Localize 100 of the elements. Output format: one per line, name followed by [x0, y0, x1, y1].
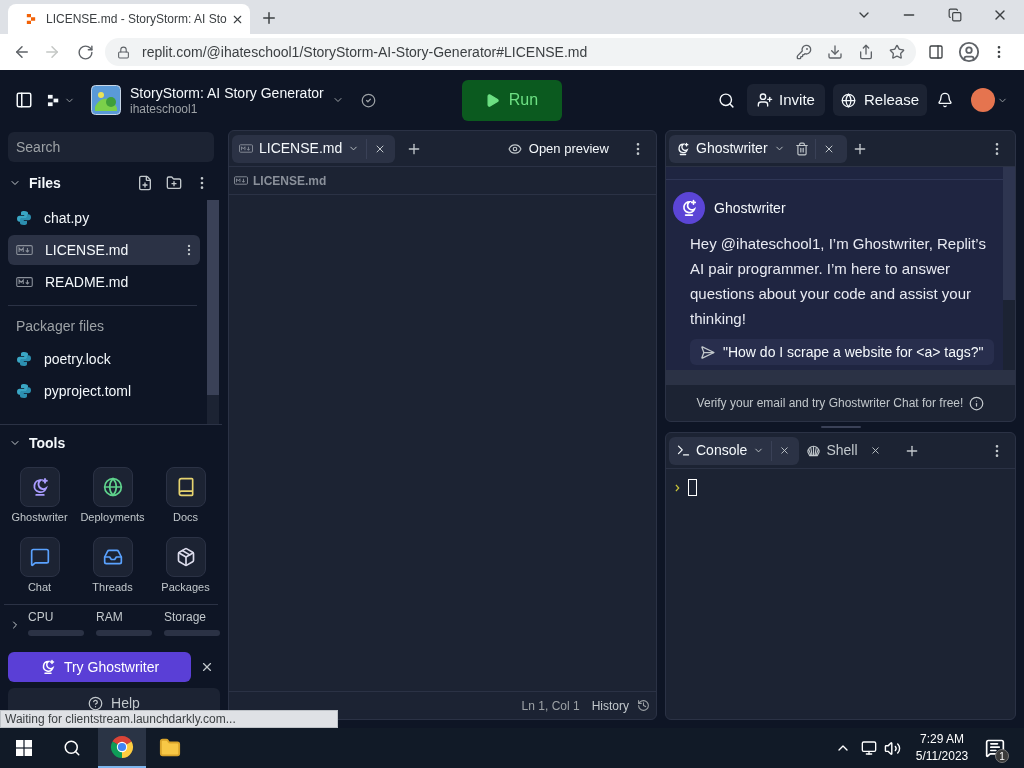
- sidebar-toggle-icon[interactable]: [15, 91, 33, 109]
- file-tab[interactable]: LICENSE.md: [232, 134, 396, 163]
- crescent-sparkle-icon: [19, 467, 60, 507]
- breadcrumb[interactable]: LICENSE.md: [234, 171, 327, 190]
- taskbar-app-button[interactable]: [98, 728, 146, 768]
- markdown-file-icon: [16, 245, 33, 255]
- notification-center-icon[interactable]: [985, 738, 1005, 758]
- tool-button[interactable]: Ghostwriter: [3, 467, 76, 524]
- check-circle-icon[interactable]: [360, 92, 376, 108]
- suggestion-chip[interactable]: "How do I scrape a website for <a> tags?": [690, 339, 994, 365]
- markdown-file-icon: [16, 277, 33, 287]
- clock[interactable]: 7:29 AM 5/11/2023: [910, 731, 974, 765]
- windows-logo-icon: [16, 740, 32, 756]
- ghostwriter-tab[interactable]: Ghostwriter: [669, 134, 847, 163]
- lock-icon: [117, 45, 130, 59]
- console-tab[interactable]: Console: [669, 436, 800, 465]
- file-item[interactable]: README.md: [8, 267, 200, 297]
- help-icon: [88, 695, 104, 711]
- terminal-icon: [676, 443, 691, 458]
- side-panel-icon[interactable]: [928, 44, 944, 60]
- new-file-icon[interactable]: [137, 175, 153, 191]
- search-field[interactable]: Search: [8, 132, 214, 162]
- resource-label: CPU: [28, 610, 55, 624]
- restore-icon[interactable]: [948, 8, 962, 22]
- folder-icon: [159, 737, 181, 759]
- python-file-icon: [16, 383, 32, 399]
- tool-button[interactable]: Threads: [76, 537, 149, 594]
- close-tab-icon[interactable]: [779, 445, 791, 456]
- shell-icon: [806, 443, 822, 458]
- usage-meter-track: [96, 630, 152, 636]
- markdown-file-icon: [234, 176, 248, 185]
- tools-heading: Tools: [29, 433, 66, 453]
- tool-button[interactable]: Packages: [149, 537, 222, 594]
- history-button[interactable]: History: [591, 696, 650, 715]
- resource-label: RAM: [96, 610, 124, 624]
- file-item[interactable]: chat.py: [8, 203, 200, 233]
- favicon-icon: [26, 13, 36, 25]
- close-tab-icon[interactable]: [869, 445, 881, 456]
- new-folder-icon[interactable]: [166, 175, 182, 191]
- verify-notice: Verify your email and try Ghostwriter Chat for free!: [696, 395, 964, 412]
- play-icon: [484, 92, 500, 108]
- tool-button[interactable]: Docs: [149, 467, 222, 524]
- resize-handle[interactable]: [820, 426, 861, 428]
- eye-icon: [507, 141, 522, 156]
- run-button[interactable]: Run: [461, 79, 562, 121]
- url-text: replit.com/@ihateschool1/StoryStorm-AI-Story-Generator#LICENSE.md: [142, 42, 588, 62]
- chat-bubble-icon: [19, 537, 60, 577]
- search-icon[interactable]: [718, 91, 735, 109]
- thumbnail-drawing: [91, 85, 121, 115]
- try-ghostwriter-button[interactable]: Try Ghostwriter: [8, 652, 191, 682]
- history-icon: [637, 699, 650, 712]
- project-owner: ihateschool1: [130, 102, 199, 116]
- packager-files-heading: Packager files: [16, 316, 104, 336]
- notification-count: 1: [995, 749, 1009, 763]
- text-cursor: [688, 479, 697, 496]
- python-file-icon: [16, 351, 32, 367]
- cube-icon: [165, 537, 206, 577]
- notifications-icon[interactable]: [937, 92, 953, 108]
- network-icon[interactable]: [861, 740, 877, 756]
- bookmark-star-icon[interactable]: [889, 44, 905, 60]
- console-tab[interactable]: Shell: [799, 436, 890, 465]
- globe-icon: [92, 467, 133, 507]
- cursor-position: Ln 1, Col 1: [521, 697, 580, 715]
- crescent-sparkle-icon: [676, 141, 690, 156]
- book-icon: [165, 467, 206, 507]
- sender-name: Ghostwriter: [714, 198, 786, 218]
- key-icon[interactable]: [796, 44, 812, 60]
- scrollbar-thumb[interactable]: [1003, 167, 1015, 300]
- send-icon: [700, 344, 715, 360]
- avatar[interactable]: [971, 88, 995, 112]
- inbox-icon: [92, 537, 133, 577]
- open-preview-button[interactable]: Open preview: [507, 138, 609, 159]
- volume-icon[interactable]: [884, 739, 901, 757]
- prompt-icon: [675, 484, 680, 492]
- crescent-avatar-icon: [673, 192, 705, 224]
- tool-button[interactable]: Chat: [3, 537, 76, 594]
- profile-icon[interactable]: [958, 41, 980, 63]
- share-icon[interactable]: [858, 44, 874, 60]
- project-title[interactable]: StoryStorm: AI Story Generator: [130, 84, 324, 102]
- file-item[interactable]: poetry.lock: [8, 344, 200, 374]
- files-heading: Files: [29, 173, 61, 193]
- chat-input-field[interactable]: [666, 370, 1015, 385]
- new-tab-icon[interactable]: [260, 9, 278, 27]
- add-user-icon: [757, 92, 774, 108]
- release-button[interactable]: Release: [833, 84, 927, 116]
- close-icon[interactable]: [200, 660, 214, 674]
- file-item[interactable]: pyproject.toml: [8, 376, 200, 406]
- address-bar[interactable]: replit.com/@ihateschool1/StoryStorm-AI-Story-Generator#LICENSE.md: [105, 38, 916, 66]
- download-icon[interactable]: [827, 44, 843, 60]
- invite-button[interactable]: Invite: [747, 84, 825, 116]
- status-toast: Waiting for clientstream.launchdarkly.com...: [0, 710, 338, 728]
- markdown-file-icon: [239, 144, 253, 153]
- info-icon[interactable]: [969, 395, 985, 411]
- trash-icon[interactable]: [794, 141, 809, 156]
- browser-tab[interactable]: LICENSE.md - StoryStorm: AI Sto: [8, 4, 250, 34]
- reload-icon[interactable]: [77, 43, 94, 61]
- back-icon[interactable]: [13, 43, 31, 61]
- tool-button[interactable]: Deployments: [76, 467, 149, 524]
- chat-message: Hey @ihateschool1, I’m Ghostwriter, Replit’s AI pair programmer. I’m here to answer questions about your code and assist your thinking!: [690, 234, 987, 329]
- file-item[interactable]: LICENSE.md: [8, 235, 200, 265]
